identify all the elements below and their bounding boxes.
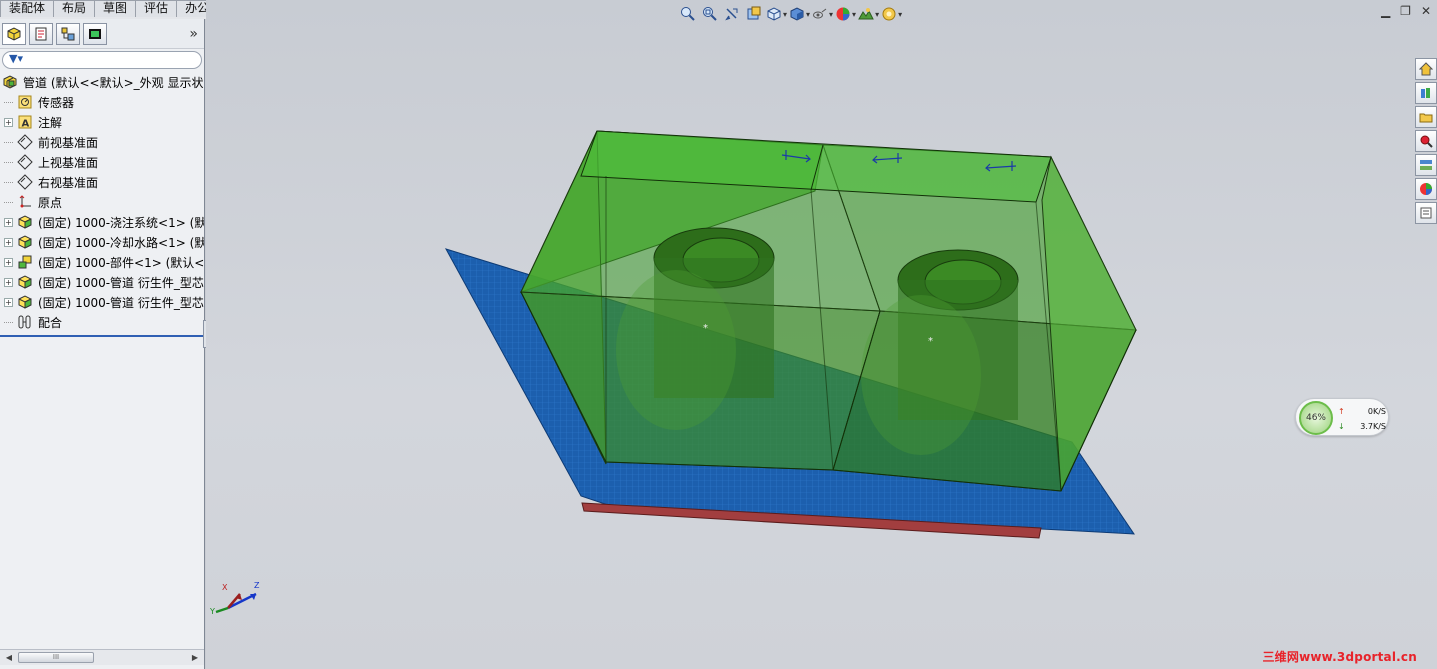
tree-item-label: 上视基准面 [38,155,99,170]
center-mark-2: * [928,336,933,347]
triad-z-label: Z [254,581,260,590]
triad-x-label: X [222,583,228,592]
part-icon [17,274,33,290]
expand-icon[interactable]: + [4,297,13,307]
filter-field[interactable]: ▼▾ [2,51,202,69]
configuration-manager-tab[interactable] [56,22,80,45]
rollback-bar[interactable] [0,335,205,337]
tree-item[interactable]: 配合 [0,312,204,332]
scroll-left-icon[interactable]: ◀ [2,651,16,664]
graphics-area[interactable]: ▾ ▾ ▾ ▾ ▾ ▾ ▁ ❐ ✕ * * X Z Y 46% ↑ 0K/S ↓… [206,0,1437,669]
expand-icon[interactable]: + [4,217,13,227]
tree-item-label: 原点 [38,195,63,210]
upload-arrow-icon: ↑ [1338,407,1345,416]
tree-item[interactable]: 右视基准面 [0,172,204,192]
part-icon [17,214,33,230]
plane-icon [17,134,33,150]
tree-item[interactable]: + A 注解 [0,112,204,132]
expand-icon[interactable]: + [4,237,13,247]
tree-item[interactable]: + (固定) 1000-管道 衍生件_型芯 [0,292,204,312]
display-manager-tab[interactable] [83,22,107,45]
upload-rate: ↑ 0K/S [1338,407,1386,416]
panel-toolbar: » [0,19,204,49]
tree-item[interactable]: + (固定) 1000-冷却水路<1> (默 [0,232,204,252]
tab-0[interactable]: 装配体 [0,0,55,17]
watermark-text: 三维网www.3dportal.cn [1262,650,1417,664]
tree-item[interactable]: + (固定) 1000-浇注系统<1> (默 [0,212,204,232]
tree-item[interactable]: + (固定) 1000-管道 衍生件_型芯 [0,272,204,292]
tab-2[interactable]: 草图 [94,0,137,17]
tree-connector [4,161,13,163]
feature-manager-tab[interactable] [2,22,26,45]
mates-icon [17,314,33,330]
tree-item-label: (固定) 1000-管道 衍生件_型芯 [38,275,204,290]
property-manager-tab[interactable] [29,22,53,45]
feature-manager-panel: » ▼▾ 管道 (默认<<默认>_外观 显示状传感器 + A 注解前视基准面上视基准面… [0,19,205,669]
tree-connector [4,101,13,103]
tree-connector [4,321,13,323]
tree-item-label: (固定) 1000-部件<1> (默认< [38,255,204,270]
origin-icon [17,194,33,210]
sensor-icon [17,94,33,110]
expand-icon[interactable]: + [4,117,13,127]
tab-3[interactable]: 评估 [135,0,178,17]
model-scene[interactable]: * * [206,0,1437,669]
tree-item[interactable]: 原点 [0,192,204,212]
filter-icon: ▼▾ [9,52,23,65]
display-manager-icon [89,28,101,39]
part-icon [17,234,33,250]
coordinate-triad: X Z Y [210,581,260,616]
download-rate: ↓ 3.7K/S [1338,422,1386,431]
tree-item-label: 右视基准面 [38,175,99,190]
tree-item-label: 传感器 [38,95,75,110]
network-speed-widget[interactable]: 46% ↑ 0K/S ↓ 3.7K/S [1295,398,1389,436]
plane-icon [17,174,33,190]
tree-item-label: 注解 [38,115,63,130]
tree-item-label: (固定) 1000-浇注系统<1> (默 [38,215,204,230]
subassembly-icon [17,254,33,270]
property-icon [35,27,47,40]
tree-item-label: (固定) 1000-管道 衍生件_型芯 [38,295,204,310]
feature-tree: 管道 (默认<<默认>_外观 显示状传感器 + A 注解前视基准面上视基准面右视基准面… [0,72,204,332]
tree-item-label: 管道 (默认<<默认>_外观 显示状 [23,75,204,90]
expand-panel-button[interactable]: » [189,26,198,42]
tree-item[interactable]: 前视基准面 [0,132,204,152]
tree-connector [4,141,13,143]
tree-item-label: (固定) 1000-冷却水路<1> (默 [38,235,204,250]
expand-icon[interactable]: + [4,277,13,287]
tree-item[interactable]: 传感器 [0,92,204,112]
annotation-icon: A [17,114,33,130]
cpu-usage-circle: 46% [1299,401,1333,435]
tree-item[interactable]: 上视基准面 [0,152,204,172]
assembly-icon [2,74,18,90]
tree-item[interactable]: + (固定) 1000-部件<1> (默认< [0,252,204,272]
tree-item[interactable]: 管道 (默认<<默认>_外观 显示状 [0,72,204,92]
tree-item-label: 配合 [38,315,63,330]
expand-icon[interactable]: + [4,257,13,267]
tree-connector [4,201,13,203]
part-icon [17,294,33,310]
configuration-icon [61,27,75,40]
download-arrow-icon: ↓ [1338,422,1345,431]
svg-text:A: A [22,119,30,130]
scroll-thumb[interactable]: III [18,652,94,663]
center-mark-1: * [703,323,708,334]
panel-horizontal-scrollbar[interactable]: ◀ III ▶ [0,649,204,665]
tree-connector [4,181,13,183]
tree-item-label: 前视基准面 [38,135,99,150]
tab-1[interactable]: 布局 [53,0,96,17]
triad-y-label: Y [210,607,215,616]
scroll-right-icon[interactable]: ▶ [188,651,202,664]
plane-icon [17,154,33,170]
feature-tree-icon [7,26,21,41]
